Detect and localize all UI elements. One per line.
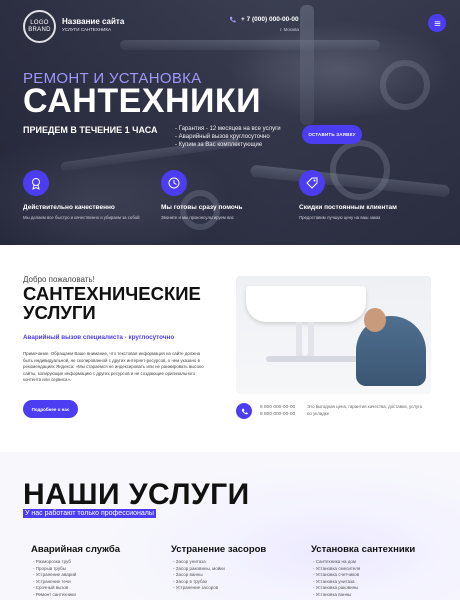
contact-note: Это выгодная цена, гарантия качества, до… [307,404,423,416]
more-about-button[interactable]: Подробнее о нас [23,400,78,418]
service-list: - Сантехника на дом - Установка смесител… [313,559,360,598]
feature-icon-wrap [161,170,187,196]
contact-phone[interactable]: 8 800 000-00-00 [260,411,295,418]
photo-pipe [266,356,366,362]
guarantee-list: - Гарантия - 12 месяцев на все услуги - … [175,125,281,149]
logo[interactable]: LOGO BRAND [23,10,56,43]
about-title: САНТЕХНИЧЕСКИЕ УСЛУГИ [23,283,201,323]
discount-tag-icon [306,177,318,189]
menu-button[interactable] [428,14,446,32]
logo-text: BRAND [28,26,51,33]
service-item[interactable]: - Установка ванны [313,592,360,599]
service-column-title: Установка сантехники [311,544,416,555]
feature-desc: Звоните и мы проконсультируем вас [161,215,234,220]
clock-help-icon [168,177,180,189]
service-item[interactable]: - Установка счетчиков [313,572,360,579]
logo-text: LOGO [30,19,49,26]
phone-icon-button[interactable] [236,403,252,419]
header-phone[interactable]: + 7 (000) 000-00-00 [229,16,299,23]
guarantee-item: - Аварийный вызов круглосуточно [175,134,270,140]
guarantee-item: - Гарантия - 12 месяцев на все услуги [175,126,281,132]
feature-desc: Мы делаем все быстро и качественно и уби… [23,215,140,220]
leave-request-button[interactable]: ОСТАВИТЬ ЗАЯВКУ [302,125,362,144]
service-list: - Засор унитаза - Засор раковины, мойки … [173,559,225,592]
service-column-title: Аварийная служба [31,544,121,555]
header-phone-number: + 7 (000) 000-00-00 [241,16,299,23]
site-subtitle: УСЛУГИ САНТЕХНИКА [62,27,111,32]
service-column-title: Устранение засоров [171,544,267,555]
hero-title: САНТЕХНИКИ [23,82,262,120]
about-text: Примечание. Обращаем Ваше внимание, что … [23,351,204,382]
contact-phones: 8 800 000-00-00 8 800 000-00-00 [260,404,295,418]
feature-title: Скидки постоянным клиентам [299,204,397,211]
service-item[interactable]: - Сантехника на дом [313,559,360,566]
service-item[interactable]: - Устранение аварий [33,572,76,579]
feature-title: Мы готовы сразу помочь [161,204,243,211]
plumber-photo [236,276,431,394]
site-title: Название сайта [62,17,125,26]
photo-plumber-head [364,308,386,332]
guarantee-item: - Купим за Вас комплектующие [175,142,263,148]
feature-desc: Предоставим лучшую цену на ваш заказ [299,215,381,220]
services-subtitle: У нас работают только профессионалы [23,509,156,518]
service-item[interactable]: - Установка раковины [313,585,360,592]
phone-icon [229,16,236,23]
service-list: - Разморозка труб - Прорыв трубы - Устра… [33,559,76,598]
service-item[interactable]: - Ремонт сантехники [33,592,76,599]
feature-icon-wrap [23,170,49,196]
feature-title: Действительно качественно [23,204,115,211]
service-item[interactable]: - Разморозка труб [33,559,76,566]
about-accent: Аварийный вызов специалиста - круглосуто… [23,334,175,341]
photo-sink [246,286,366,322]
feature-icon-wrap [299,170,325,196]
service-item[interactable]: - Устранение засоров [173,585,225,592]
hero-tagline: ПРИЕДЕМ В ТЕЧЕНИЕ 1 ЧАСА [23,125,158,135]
quality-badge-icon [32,178,40,190]
hamburger-icon [434,20,440,26]
header-city: г. Москва [280,27,299,32]
contact-phone[interactable]: 8 800 000-00-00 [260,404,295,411]
phone-icon [241,408,248,414]
services-title: НАШИ УСЛУГИ [23,478,250,511]
